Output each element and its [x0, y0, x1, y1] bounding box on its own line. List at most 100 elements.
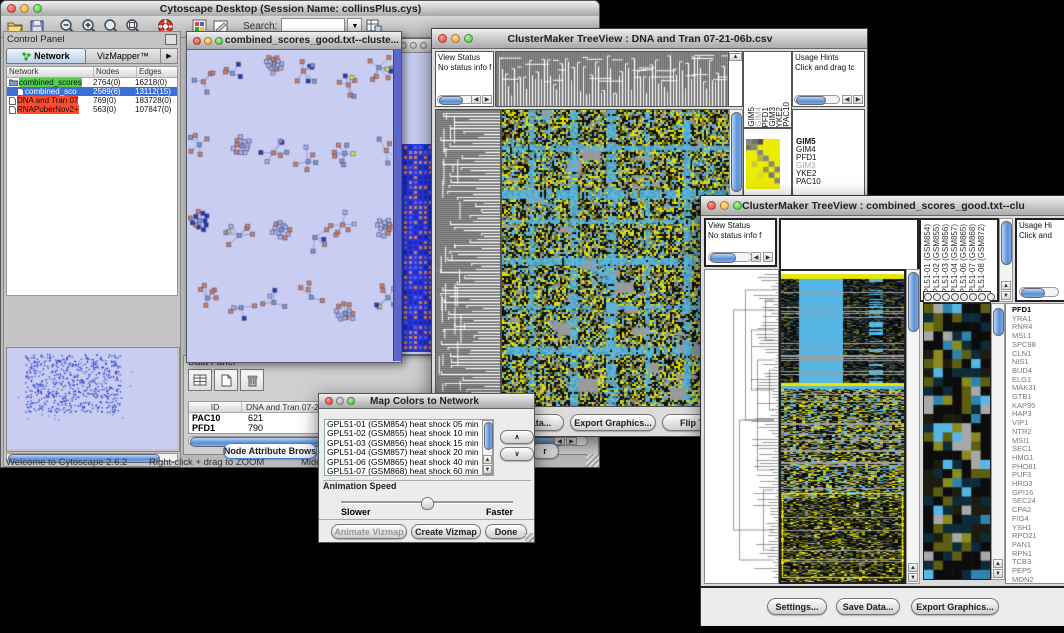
dense-network-canvas[interactable]: [398, 144, 434, 352]
tv2-column-marker-icon[interactable]: [987, 293, 995, 301]
tv2-column-marker-icon[interactable]: [978, 293, 986, 301]
tv1-gene-label[interactable]: PAC10: [796, 178, 821, 186]
tv1-column-label: GIM3: [768, 107, 775, 127]
move-up-button[interactable]: ∧: [500, 430, 534, 444]
dialog-resize-grip[interactable]: [525, 533, 534, 542]
minimize-icon[interactable]: [336, 397, 344, 405]
network-canvas[interactable]: [188, 50, 393, 361]
network-view-window: combined_scores_good.txt--cluste...: [186, 31, 402, 363]
zoom-window-icon[interactable]: [347, 397, 355, 405]
tv1-export-graphics-button[interactable]: Export Graphics...: [570, 414, 656, 431]
attribute-list[interactable]: GPL51-01 (GSM854) heat shock 05 minGPL51…: [324, 419, 494, 476]
map-colors-dialog: Map Colors to Network Attribute List GPL…: [318, 393, 535, 543]
network-row[interactable]: RNAPuberNov2+563(0)107847(0): [7, 105, 177, 114]
network-overview[interactable]: [6, 347, 180, 452]
tv1-heatmap[interactable]: [501, 109, 730, 407]
tab-overflow-button[interactable]: ▶: [161, 48, 178, 64]
attribute-select-icon[interactable]: [188, 369, 212, 391]
col-header-nodes[interactable]: Nodes: [94, 67, 137, 77]
network-frame-back: [396, 38, 436, 355]
treeview2-title: ClusterMaker TreeView : combined_scores_…: [742, 200, 1025, 212]
create-vizmap-button[interactable]: Create Vizmap: [411, 524, 481, 539]
tv2-column-marker-icon[interactable]: [951, 293, 959, 301]
main-resize-grip[interactable]: [586, 454, 599, 467]
minimize-icon[interactable]: [204, 37, 212, 45]
tv2-zoom-heatmap[interactable]: [923, 303, 991, 580]
zoom-window-icon[interactable]: [33, 4, 42, 13]
window-controls[interactable]: [1, 4, 42, 13]
tv1-row-dendrogram[interactable]: [435, 109, 501, 407]
status-welcome: Welcome to Cytoscape 2.6.2: [6, 457, 127, 468]
tv2-top-vscrollbar[interactable]: ▲ ▼: [999, 218, 1013, 302]
tv2-row-dendrogram[interactable]: [704, 269, 779, 584]
tv1-hints-hscrollbar[interactable]: [794, 95, 840, 104]
float-panel-icon[interactable]: [165, 34, 177, 45]
close-icon[interactable]: [707, 201, 716, 210]
tv1-col-scroll-strip[interactable]: ▲: [728, 51, 743, 107]
tv2-column-marker-icon[interactable]: [924, 293, 932, 301]
tv2-zoom-vscrollbar[interactable]: ▲ ▼: [991, 303, 1005, 580]
main-titlebar[interactable]: Cytoscape Desktop (Session Name: collins…: [1, 1, 599, 17]
zoom-window-icon[interactable]: [215, 37, 223, 45]
tv2-column-marker-icon[interactable]: [942, 293, 950, 301]
move-down-button[interactable]: ∨: [500, 447, 534, 461]
minimize-icon[interactable]: [720, 201, 729, 210]
animation-speed-group: Animation Speed Slower Faster: [323, 480, 531, 519]
close-icon[interactable]: [325, 397, 333, 405]
close-icon[interactable]: [7, 4, 16, 13]
tv2-column-marker-icon[interactable]: [933, 293, 941, 301]
close-icon[interactable]: [193, 37, 201, 45]
attribute-list-item[interactable]: GPL51-07 (GSM868) heat shock 60 min: [327, 467, 493, 476]
network-tab-icon: [22, 52, 31, 61]
minimize-icon[interactable]: [20, 4, 29, 13]
edge-attribute-browser-tab[interactable]: r: [531, 443, 559, 459]
tv1-column-dendrogram[interactable]: [495, 51, 729, 107]
faster-label: Faster: [486, 507, 513, 517]
minimize-icon[interactable]: [410, 42, 417, 49]
zoom-window-icon[interactable]: [733, 201, 742, 210]
tv2-status-hscrollbar[interactable]: [708, 252, 752, 262]
tab-vizmapper[interactable]: VizMapper™: [86, 48, 161, 64]
tab-network[interactable]: Network: [6, 48, 86, 64]
tv2-gene-panel: PFD1YRA1RNR4MSL1SPC98CLN1NIS1BUD4ELG1MAK…: [1005, 303, 1064, 584]
col-header-network[interactable]: Network: [7, 67, 94, 77]
zoom-window-icon[interactable]: [420, 42, 427, 49]
tv2-export-graphics-button[interactable]: Export Graphics...: [911, 598, 999, 615]
tv2-save-data-button[interactable]: Save Data...: [836, 598, 900, 615]
minimize-icon[interactable]: [451, 34, 460, 43]
new-attribute-icon[interactable]: [214, 369, 238, 391]
animate-vizmap-button[interactable]: Animate Vizmap: [331, 524, 407, 539]
tv1-view-status: View Status No status info f ◀ ▶: [435, 51, 494, 107]
tv2-settings-button[interactable]: Settings...: [767, 598, 827, 615]
attribute-list-vscrollbar[interactable]: ▲ ▼: [482, 420, 493, 475]
tv2-view-status: View Status No status info f ◀ ▶: [704, 218, 777, 267]
tv1-column-labels: GIM5GIM4PFD1GIM3YKE2PAC10: [743, 51, 792, 128]
tv1-column-label: GIM4: [754, 107, 761, 127]
tv2-global-vscrollbar[interactable]: ▲ ▼: [906, 269, 920, 584]
tv2-column-marker-icon[interactable]: [960, 293, 968, 301]
network-vscrollbar[interactable]: [393, 50, 401, 361]
col-header-edges[interactable]: Edges: [137, 67, 177, 77]
tv1-zoom-matrix[interactable]: [746, 139, 780, 189]
network-row[interactable]: DNA and Tran 07769(0)183728(0): [7, 96, 177, 105]
close-icon[interactable]: [438, 34, 447, 43]
control-panel-title: Control Panel: [7, 34, 165, 45]
network-view-title: combined_scores_good.txt--cluste...: [223, 35, 401, 46]
main-window-title: Cytoscape Desktop (Session Name: collins…: [42, 3, 539, 15]
zoom-window-icon[interactable]: [464, 34, 473, 43]
network-row[interactable]: combined_sco2569(6)13112(15): [7, 87, 177, 96]
delete-attribute-icon[interactable]: [240, 369, 264, 391]
tv2-usage-hints: Usage Hi Click and: [1015, 218, 1064, 302]
tv2-column-markers: [923, 291, 991, 303]
animation-speed-slider[interactable]: [341, 497, 513, 507]
tv2-column-label: GPL51-03 (GSM856): [941, 224, 950, 300]
tv2-column-marker-icon[interactable]: [969, 293, 977, 301]
tv2-gene-label[interactable]: MON2: [1012, 576, 1037, 585]
tv2-hints-hscrollbar[interactable]: [1019, 287, 1059, 297]
network-row[interactable]: combined_scores2764(0)16218(0): [7, 78, 177, 87]
done-button[interactable]: Done: [485, 524, 527, 539]
node-attribute-browser-tab[interactable]: Node Attribute Brows: [223, 443, 317, 459]
data-col-id[interactable]: ID: [189, 402, 242, 412]
slider-thumb[interactable]: [421, 497, 434, 510]
tv2-global-heatmap[interactable]: [779, 269, 906, 584]
